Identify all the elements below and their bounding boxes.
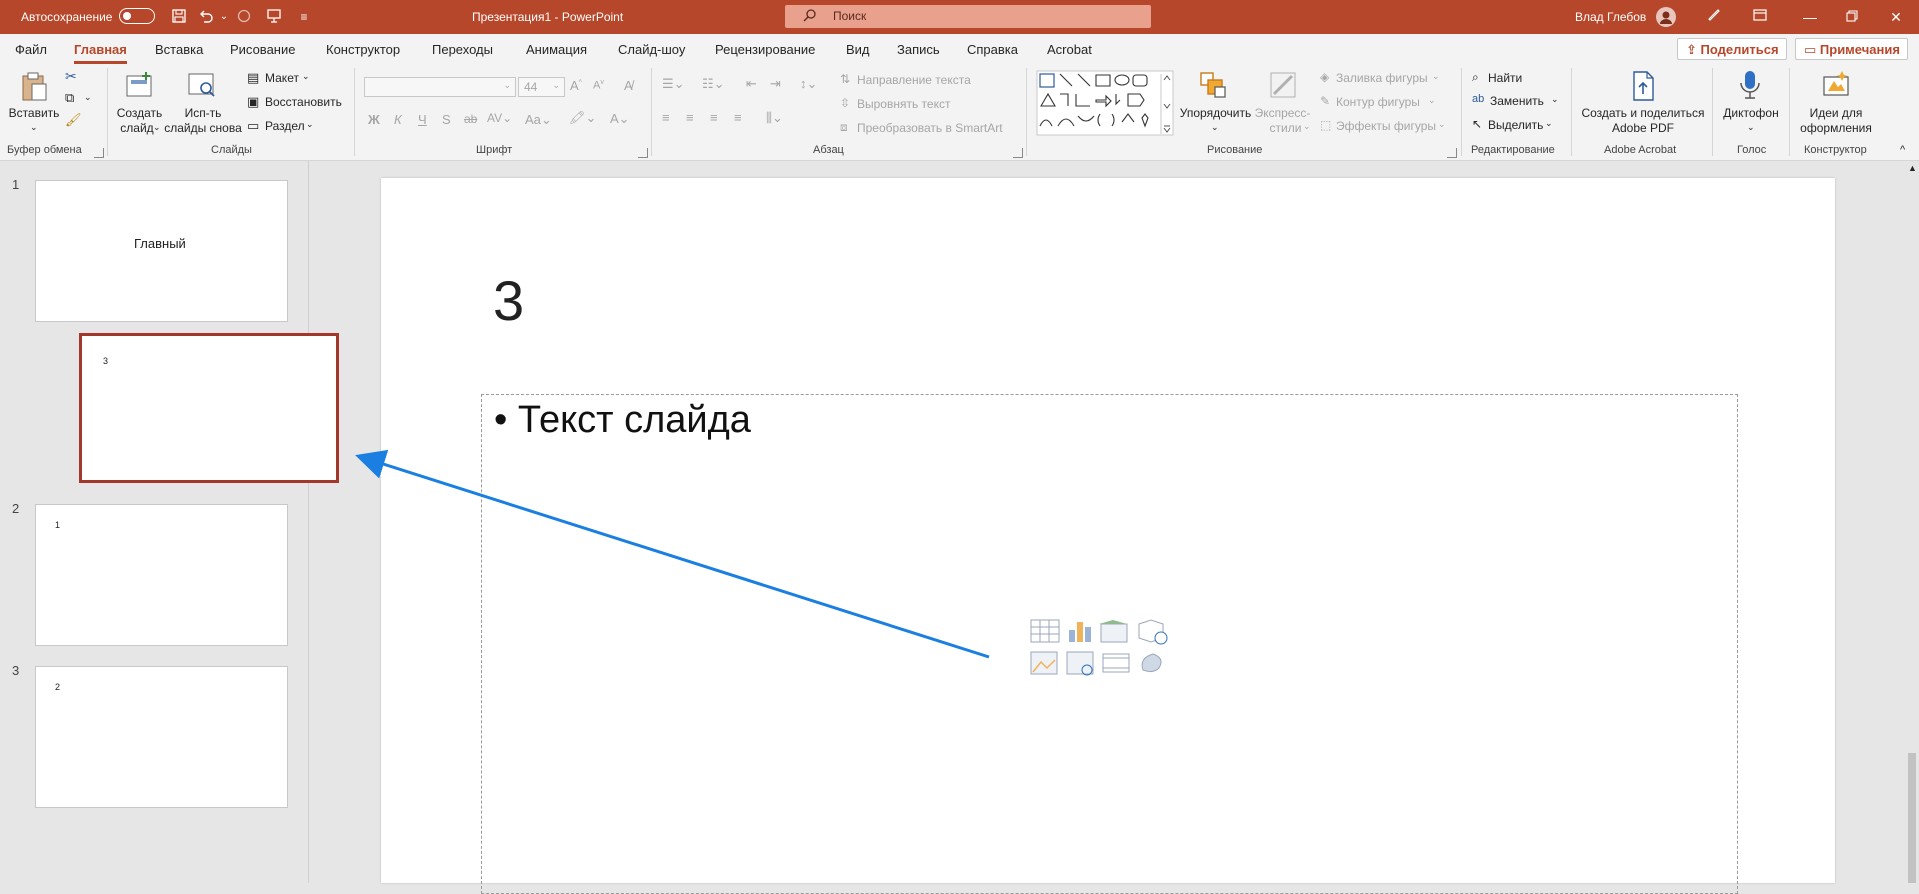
vertical-scrollbar[interactable]: ▲	[1905, 161, 1919, 883]
scrollbar-thumb[interactable]	[1908, 753, 1916, 883]
scroll-up-icon[interactable]: ▲	[1908, 163, 1917, 173]
drag-arrow	[355, 449, 990, 659]
